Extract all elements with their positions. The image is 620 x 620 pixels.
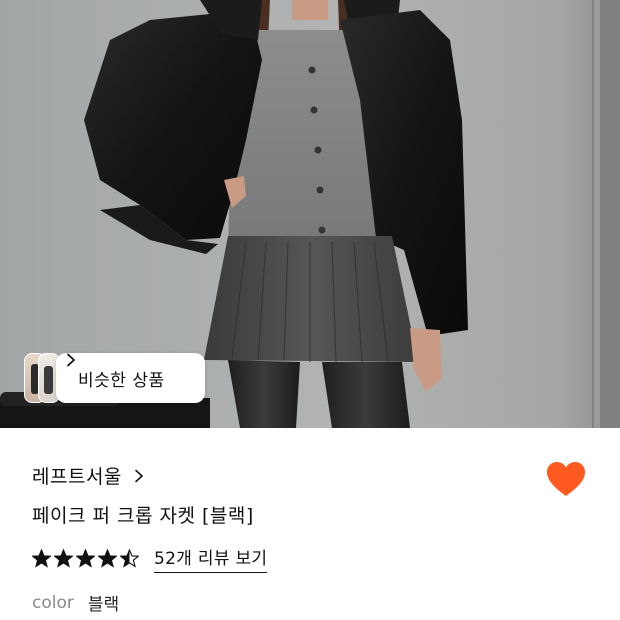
option-row: color 블랙 (32, 590, 120, 616)
star-icon (76, 549, 95, 568)
similar-products-button[interactable]: 비슷한 상품 (56, 353, 205, 403)
star-icon (54, 549, 73, 568)
review-link[interactable]: 52개 리뷰 보기 (154, 544, 268, 573)
option-label: color (32, 592, 74, 613)
star-icon (32, 549, 51, 568)
star-icon (98, 549, 117, 568)
chevron-right-icon (67, 353, 75, 367)
product-image[interactable]: 비슷한 상품 (0, 0, 620, 428)
brand-link[interactable]: 레프트서울 (32, 462, 146, 489)
similar-products-label: 비슷한 상품 (78, 370, 165, 391)
rating-row: 52개 리뷰 보기 (32, 544, 268, 573)
option-value: 블랙 (87, 595, 120, 615)
product-title: 페이크 퍼 크롭 자켓 [블랙] (32, 505, 254, 527)
wishlist-heart-icon[interactable] (546, 461, 586, 499)
rating-stars (32, 549, 142, 568)
star-icon (120, 549, 139, 568)
product-info: 레프트서울 페이크 퍼 크롭 자켓 [블랙] 52개 리뷰 보기 color 블… (0, 428, 620, 620)
chevron-right-icon (135, 469, 143, 482)
brand-name: 레프트서울 (32, 466, 122, 488)
